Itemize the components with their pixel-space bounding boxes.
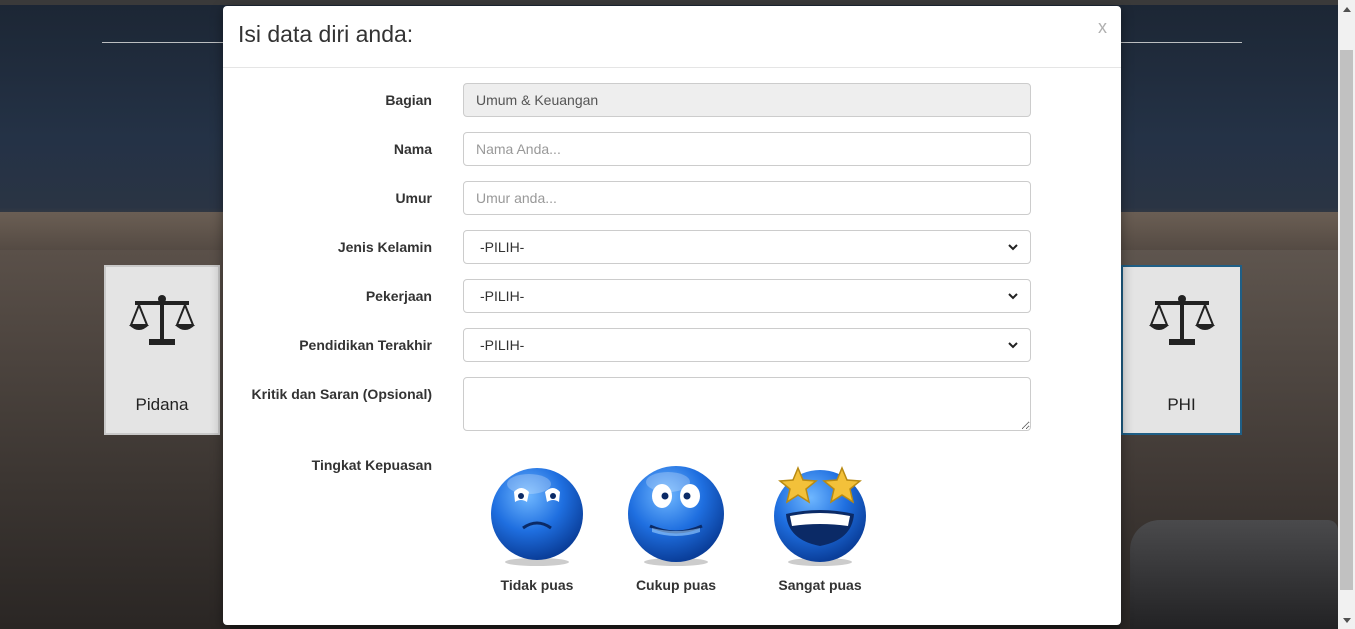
kritik-textarea[interactable]	[463, 377, 1031, 431]
nama-input[interactable]	[463, 132, 1031, 166]
pendidikan-label: Pendidikan Terakhir	[299, 337, 432, 353]
pendidikan-selected: -PILIH-	[480, 337, 525, 353]
nama-label: Nama	[393, 141, 432, 157]
pendidikan-select[interactable]: -PILIH-	[463, 328, 1031, 362]
scale-icon	[106, 293, 218, 353]
neutral-face-icon	[628, 466, 724, 566]
kepuasan-label: Tingkat Kepuasan	[311, 457, 432, 473]
category-card-phi[interactable]: PHI	[1121, 265, 1242, 435]
card-title: PHI	[1167, 395, 1196, 414]
rating-label: Tidak puas	[500, 577, 574, 593]
modal-header: Isi data diri anda: x	[223, 6, 1121, 68]
scroll-thumb[interactable]	[1340, 50, 1353, 590]
pekerjaan-select[interactable]: -PILIH-	[463, 279, 1031, 313]
chevron-down-icon	[1008, 244, 1018, 251]
rating-option-cukup-puas[interactable]: Cukup puas	[616, 462, 736, 593]
jenis-kelamin-selected: -PILIH-	[480, 239, 525, 255]
rating-option-tidak-puas[interactable]: Tidak puas	[477, 462, 597, 593]
scroll-up-arrow-icon[interactable]	[1338, 0, 1355, 17]
pekerjaan-label: Pekerjaan	[365, 288, 432, 304]
umur-label: Umur	[395, 190, 432, 206]
rating-option-sangat-puas[interactable]: Sangat puas	[760, 462, 880, 593]
close-button[interactable]: x	[1098, 17, 1107, 38]
pekerjaan-selected: -PILIH-	[480, 288, 525, 304]
jenis-kelamin-select[interactable]: -PILIH-	[463, 230, 1031, 264]
kritik-label: Kritik dan Saran (Opsional)	[251, 386, 432, 402]
rating-label: Cukup puas	[635, 577, 717, 593]
category-card-pidana[interactable]: Pidana	[104, 265, 220, 435]
umur-input[interactable]	[463, 181, 1031, 215]
page-scrollbar[interactable]	[1338, 0, 1355, 629]
car-image	[1130, 520, 1338, 629]
modal-title: Isi data diri anda:	[238, 21, 414, 47]
star-eyes-face-icon	[774, 466, 866, 566]
scale-icon	[1123, 293, 1240, 353]
bagian-label: Bagian	[385, 92, 432, 108]
chevron-down-icon	[1008, 342, 1018, 349]
survey-modal: Isi data diri anda: x Bagian Umum & Keua…	[223, 6, 1121, 625]
sad-face-icon	[491, 468, 583, 566]
jenis-kelamin-label: Jenis Kelamin	[337, 239, 432, 255]
top-bar	[0, 0, 1338, 5]
chevron-down-icon	[1008, 293, 1018, 300]
card-title: Pidana	[135, 395, 189, 414]
scroll-down-arrow-icon[interactable]	[1338, 612, 1355, 629]
bagian-field: Umum & Keuangan	[463, 83, 1031, 117]
rating-label: Sangat puas	[778, 577, 862, 593]
